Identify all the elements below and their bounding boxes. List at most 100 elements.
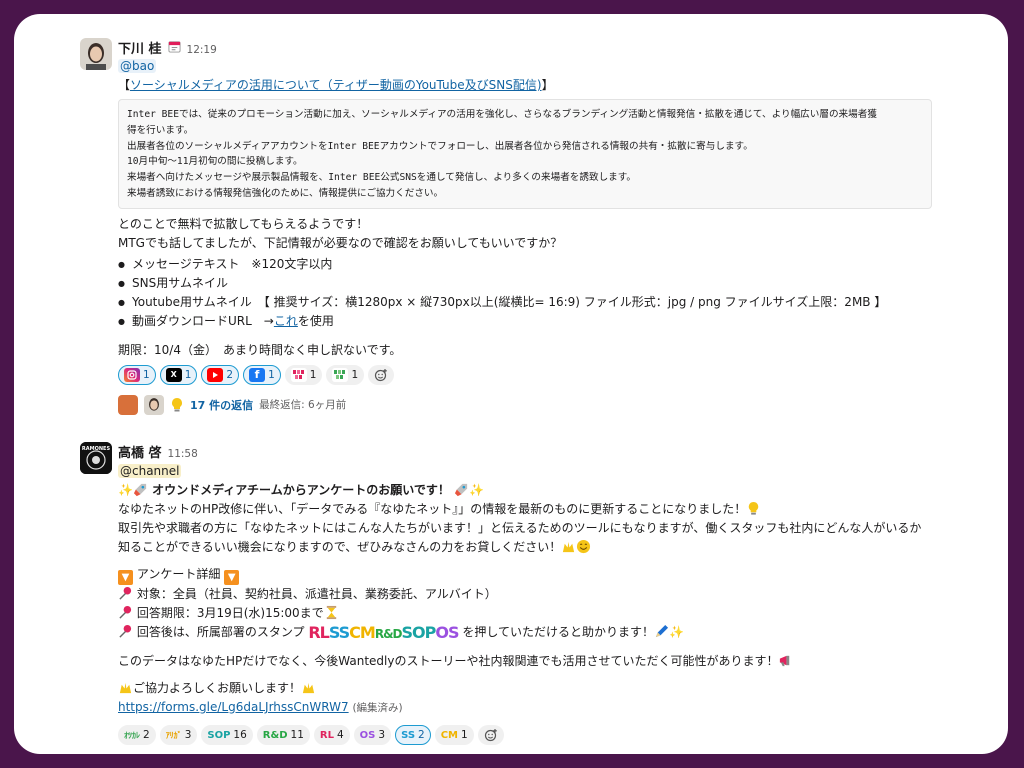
headline: ✨ オウンドメディアチームからアンケートのお願いです！ ✨ bbox=[118, 483, 485, 497]
message-2: 高橋 啓 11:58 @channel ✨ オウンドメディアチームからアンケート… bbox=[118, 442, 998, 746]
title-line: 【ソーシャルメディアの活用について（ティザー動画のYouTube及びSNS配信)… bbox=[118, 78, 554, 92]
bullet-item: Youtube用サムネイル 【 推奨サイズ：横1280px × 縦730px以上… bbox=[118, 293, 998, 312]
add-emoji-icon bbox=[375, 368, 387, 381]
thread-summary[interactable]: 17 件の返信 最終返信: 6ヶ月前 bbox=[118, 394, 998, 416]
rocket-icon bbox=[455, 483, 468, 497]
stamp-cm-icon: CM bbox=[349, 623, 376, 642]
form-link-line: https://forms.gle/Lg6daLJrhssCnWRW7 (編集済… bbox=[118, 698, 998, 718]
quote-line: 10月中旬〜11月初旬の間に投稿します。 bbox=[127, 156, 303, 168]
avatar-photo-icon bbox=[80, 38, 112, 70]
stamp-rl-icon: RL bbox=[308, 623, 329, 642]
detail-line: 回答後は、所属部署のスタンプ RLSSCMR&DSOPOS を押していただけると… bbox=[118, 623, 998, 644]
reaction-rd[interactable]: R&D 11 bbox=[256, 725, 310, 745]
otsukare-stamp-icon: ｵﾂｶﾚ bbox=[124, 730, 140, 740]
green-stamp-icon bbox=[332, 367, 349, 382]
lightbulb-icon bbox=[749, 501, 759, 515]
hourglass-icon bbox=[326, 605, 336, 620]
reaction-x[interactable]: X 1 bbox=[159, 364, 198, 385]
x-icon: X bbox=[165, 367, 182, 382]
slack-message-pane: 下川 桂 12:19 @bao 【ソーシャルメディアの活用について（ティザー動画… bbox=[14, 14, 1008, 754]
closing-line: このデータはなゆたHPだけでなく、今後Wantedlyのストーリーや社内報関連で… bbox=[118, 652, 998, 671]
author-name[interactable]: 高橋 啓 bbox=[118, 442, 162, 461]
down-arrow-icon: ▼ bbox=[224, 570, 240, 585]
rocket-icon bbox=[133, 483, 147, 497]
quote-line: 来場者誘致における情報発信強化のために、情報提供にご協力ください。 bbox=[127, 187, 444, 199]
replier-avatar bbox=[144, 394, 164, 415]
stamp-sop-icon: SOP bbox=[401, 623, 437, 642]
mention-bao[interactable]: @bao bbox=[118, 59, 157, 73]
code-block: Inter BEEでは、従来のプロモーション活動に加え、ソーシャルメディアの活用… bbox=[118, 99, 932, 209]
ramones-logo-icon: RAMONES bbox=[80, 442, 112, 474]
rl-stamp-icon: RL bbox=[319, 729, 334, 741]
reaction-otsukare[interactable]: ｵﾂｶﾚ 2 bbox=[118, 725, 156, 745]
reply-count-link[interactable]: 17 件の返信 bbox=[190, 397, 253, 413]
add-reaction-button[interactable] bbox=[477, 725, 504, 745]
stamp-os-icon: OS bbox=[435, 623, 459, 642]
quote-line: 来場者へ向けたメッセージや展示製品情報を、Inter BEE公式SNSを通して発… bbox=[127, 172, 636, 184]
add-emoji-icon bbox=[484, 729, 497, 742]
facebook-icon: f bbox=[249, 367, 266, 382]
megaphone-icon bbox=[780, 655, 790, 667]
raised-hands-icon bbox=[119, 682, 132, 694]
reaction-pink-stamp[interactable]: 1 bbox=[284, 364, 323, 385]
reaction-sop[interactable]: SOP 16 bbox=[201, 725, 253, 745]
timestamp[interactable]: 12:19 bbox=[187, 44, 217, 56]
body-line: なゆたネットのHP改修に伴い、「データでみる『なゆたネット』」の情報を最新のもの… bbox=[118, 500, 998, 519]
quote-line: Inter BEEでは、従来のプロモーション活動に加え、ソーシャルメディアの活用… bbox=[127, 109, 877, 120]
edited-label: (編集済み) bbox=[352, 702, 403, 714]
pink-stamp-icon bbox=[290, 367, 307, 382]
deadline-line: 期限：10/4（金） あまり時間なく申し訳ないです。 bbox=[118, 342, 402, 357]
reaction-ss[interactable]: SS 2 bbox=[395, 725, 431, 745]
reaction-cm[interactable]: CM 1 bbox=[434, 725, 474, 745]
sparkles-icon: ✨ bbox=[469, 483, 485, 497]
detail-line: 回答期限：3月19日(水)15:00まで bbox=[118, 604, 998, 623]
bullet-item: SNS用サムネイル bbox=[118, 274, 998, 293]
reaction-facebook[interactable]: f 1 bbox=[243, 364, 281, 385]
mention-channel[interactable]: @channel bbox=[118, 464, 182, 478]
bullet-item: 動画ダウンロードURL →これを使用 bbox=[118, 312, 998, 331]
reaction-youtube[interactable]: 2 bbox=[201, 364, 240, 385]
replier-avatar bbox=[118, 394, 138, 415]
sparkles-icon: ✨ bbox=[668, 625, 684, 639]
reaction-rl[interactable]: RL 4 bbox=[313, 725, 350, 745]
instagram-icon bbox=[124, 367, 140, 382]
os-stamp-icon: OS bbox=[359, 729, 376, 741]
title-link[interactable]: ソーシャルメディアの活用について（ティザー動画のYouTube及びSNS配信) bbox=[130, 78, 542, 92]
message-1: 下川 桂 12:19 @bao 【ソーシャルメディアの活用について（ティザー動画… bbox=[118, 38, 998, 416]
author-name[interactable]: 下川 桂 bbox=[118, 38, 162, 57]
bullet-list: メッセージテキスト ※120文字以内 SNS用サムネイル Youtube用サムネ… bbox=[118, 255, 998, 331]
pushpin-icon bbox=[119, 586, 132, 600]
add-reaction-button[interactable] bbox=[368, 364, 395, 385]
reaction-green-stamp[interactable]: 1 bbox=[326, 364, 365, 385]
timestamp[interactable]: 11:58 bbox=[168, 448, 198, 460]
smile-icon bbox=[577, 539, 591, 554]
cm-stamp-icon: CM bbox=[440, 729, 459, 741]
thanks-line: ご協力よろしくお願いします！ bbox=[118, 679, 998, 698]
raised-hands-icon bbox=[563, 541, 575, 553]
reaction-arigato[interactable]: ｱﾘｶﾞ 3 bbox=[159, 725, 198, 745]
bullet-item: メッセージテキスト ※120文字以内 bbox=[118, 255, 998, 274]
sparkles-icon: ✨ bbox=[118, 483, 133, 497]
pushpin-icon bbox=[119, 605, 132, 619]
body-line: 取引先や求職者の方に「なゆたネットにはこんな人たちがいます！」と伝えるためのツー… bbox=[118, 521, 922, 535]
stamp-ss-icon: SS bbox=[328, 623, 350, 642]
down-arrow-icon: ▼ bbox=[118, 570, 133, 585]
avatar-shimokawa[interactable] bbox=[80, 38, 112, 70]
body-line: とのことで無料で拡散してもらえるようです！ bbox=[118, 216, 369, 231]
form-link[interactable]: https://forms.gle/Lg6daLJrhssCnWRW7 bbox=[118, 700, 349, 714]
ss-stamp-icon: SS bbox=[401, 729, 416, 741]
calendar-icon bbox=[167, 41, 181, 53]
body-line: MTGでも話してましたが、下記情報が必要なので確認をお願いしてもいいですか？ bbox=[118, 235, 563, 250]
reaction-os[interactable]: OS 3 bbox=[353, 725, 392, 745]
avatar-takahashi[interactable]: RAMONES bbox=[80, 442, 112, 474]
reaction-instagram[interactable]: 1 bbox=[118, 364, 156, 385]
last-reply-time: 最終返信: 6ヶ月前 bbox=[259, 399, 347, 412]
sop-stamp-icon: SOP bbox=[207, 729, 231, 741]
body-line: 知ることができるいい機会になりますので、ぜひみなさんの力をお貸しください！ bbox=[118, 538, 998, 557]
video-url-link[interactable]: これ bbox=[274, 314, 298, 328]
detail-line: 対象：全員（社員、契約社員、派遣社員、業務委託、アルバイト） bbox=[118, 585, 998, 604]
reactions-bar: ｵﾂｶﾚ 2 ｱﾘｶﾞ 3 SOP 16 R&D 11 RL 4 OS 3 SS… bbox=[118, 724, 998, 746]
arigato-stamp-icon: ｱﾘｶﾞ bbox=[165, 730, 182, 740]
reactions-bar: 1 X 1 2 f 1 1 1 bbox=[118, 364, 998, 386]
youtube-icon bbox=[207, 367, 224, 382]
